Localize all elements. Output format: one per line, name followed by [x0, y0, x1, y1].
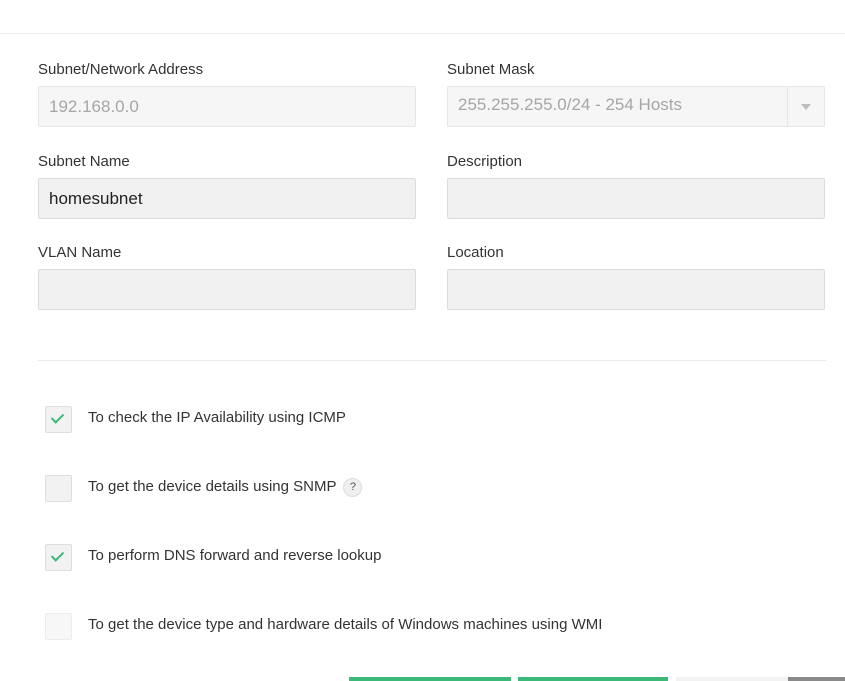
- header-divider: [0, 33, 845, 34]
- wmi-option-label: To get the device type and hardware deta…: [88, 616, 603, 633]
- location-input[interactable]: [447, 269, 825, 310]
- cancel-button[interactable]: [676, 677, 788, 681]
- help-icon[interactable]: ?: [343, 478, 363, 497]
- subnet-mask-dropdown-button[interactable]: [787, 87, 824, 126]
- section-divider: [38, 360, 826, 361]
- option-wmi[interactable]: To get the device type and hardware deta…: [45, 613, 805, 640]
- icmp-checkbox[interactable]: [45, 406, 72, 433]
- vlan-name-input[interactable]: [38, 269, 416, 310]
- description-label: Description: [447, 153, 523, 170]
- more-actions-button[interactable]: [788, 677, 845, 681]
- description-input[interactable]: [447, 178, 825, 219]
- location-label: Location: [447, 244, 504, 261]
- subnet-address-label: Subnet/Network Address: [38, 61, 204, 78]
- subnet-mask-label: Subnet Mask: [447, 61, 535, 78]
- secondary-action-button[interactable]: [518, 677, 668, 681]
- snmp-option-text: To get the device details using SNMP: [88, 478, 337, 495]
- check-icon: [50, 410, 65, 424]
- subnet-mask-select[interactable]: 255.255.255.0/24 - 254 Hosts: [447, 86, 825, 127]
- snmp-option-label: To get the device details using SNMP?: [88, 478, 363, 497]
- check-icon: [50, 548, 65, 562]
- option-dns[interactable]: To perform DNS forward and reverse looku…: [45, 544, 805, 571]
- vlan-name-label: VLAN Name: [38, 244, 122, 261]
- add-subnet-form: Subnet/Network Address Subnet Mask 255.2…: [0, 0, 845, 681]
- subnet-address-input: [38, 86, 416, 127]
- dns-option-label: To perform DNS forward and reverse looku…: [88, 547, 382, 564]
- option-icmp[interactable]: To check the IP Availability using ICMP: [45, 406, 805, 433]
- subnet-name-input[interactable]: [38, 178, 416, 219]
- snmp-checkbox[interactable]: [45, 475, 72, 502]
- wmi-checkbox[interactable]: [45, 613, 72, 640]
- option-snmp[interactable]: To get the device details using SNMP?: [45, 475, 805, 502]
- icmp-option-label: To check the IP Availability using ICMP: [88, 409, 346, 426]
- subnet-mask-value: 255.255.255.0/24 - 254 Hosts: [458, 95, 682, 114]
- dns-checkbox[interactable]: [45, 544, 72, 571]
- primary-action-button[interactable]: [349, 677, 511, 681]
- subnet-name-label: Subnet Name: [38, 153, 130, 170]
- chevron-down-icon: [801, 104, 811, 110]
